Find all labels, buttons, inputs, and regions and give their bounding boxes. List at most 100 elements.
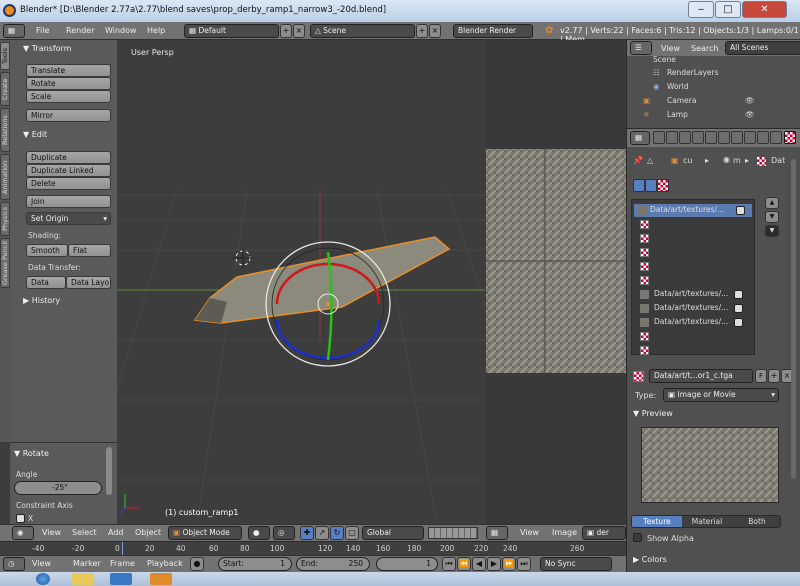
scene-select[interactable]: △ Scene [310,24,415,38]
render-engine-select[interactable]: Blender Render [453,24,533,38]
rotate-button[interactable]: Rotate [26,77,111,90]
close-button[interactable]: ✕ [742,1,787,18]
pin-icon[interactable]: 📌 [633,156,643,165]
tab-relations[interactable]: Relations [0,108,10,152]
renderlayers-tab-icon[interactable] [666,131,678,144]
browser-taskbar-icon[interactable] [110,573,132,585]
uv-image-editor[interactable] [486,40,626,524]
editor-type-icon[interactable]: ☰ [630,41,652,55]
editor-type-icon[interactable]: ▦ [3,24,25,38]
texture-type-select[interactable]: ▣ Image or Movie ▾ [663,388,779,402]
data-tab-icon[interactable] [744,131,756,144]
material-tab-icon[interactable] [757,131,769,144]
rotate-manipulator-icon[interactable]: ↻ [330,526,344,540]
preview-texture-tab[interactable]: Texture [632,516,682,527]
orientation-select[interactable]: Global [362,526,424,540]
outliner-row-renderlayers[interactable]: ☷ RenderLayers [627,67,800,80]
display-mode-select[interactable]: All Scenes [725,41,800,55]
pivot-point-select[interactable]: ◎ [273,526,295,540]
rotate-operator-header[interactable]: ▼ Rotate [14,449,114,458]
keyframe-toggle[interactable]: ● [190,557,204,571]
menu-help[interactable]: Help [147,26,165,35]
texture-slot[interactable] [640,330,756,343]
transform-panel-header[interactable]: ▼ Transform [23,44,123,53]
layer-buttons[interactable] [428,527,478,539]
prev-keyframe-button[interactable]: ⏪ [457,557,471,571]
object-tab-icon[interactable] [705,131,717,144]
texture-slot[interactable]: Data/art/textures/... [640,288,756,301]
add-layout-button[interactable]: + [280,24,292,38]
outliner-row-camera[interactable]: ▣ Camera 👁 [627,95,800,108]
smooth-button[interactable]: Smooth [26,244,68,257]
slot-down-button[interactable]: ▼ [765,211,779,223]
jump-end-button[interactable]: ⏭ [517,557,531,571]
operator-scrollbar[interactable] [106,447,112,495]
next-keyframe-button[interactable]: ⏩ [502,557,516,571]
outliner-row-lamp[interactable]: ☼ Lamp 👁 [627,109,800,122]
explorer-taskbar-icon[interactable] [72,573,94,585]
texture-tab-icon[interactable] [784,131,796,144]
texture-slot[interactable] [640,232,756,245]
translate-manipulator-icon[interactable]: ↗ [315,526,329,540]
outliner-row-world[interactable]: ◉ World [627,81,800,94]
layout-select[interactable]: ▦ Default [184,24,279,38]
scale-manipulator-icon[interactable]: ▢ [345,526,359,540]
menu-select[interactable]: Select [72,528,97,537]
show-alpha-checkbox[interactable] [633,533,642,542]
texture-slot[interactable] [640,246,756,259]
constraints-tab-icon[interactable] [718,131,730,144]
editor-type-icon[interactable]: ◷ [3,557,25,571]
modifiers-tab-icon[interactable] [731,131,743,144]
edit-panel-header[interactable]: ▼ Edit [23,130,123,139]
texture-name-field[interactable]: Data/art/t...or1_c.tga [649,369,753,383]
texture-slot[interactable] [640,274,756,287]
editor-type-icon[interactable]: ▦ [630,131,650,145]
menu-render[interactable]: Render [66,26,94,35]
add-texture-button[interactable]: + [768,369,780,383]
image-select[interactable]: ▣ der [582,526,626,540]
set-origin-select[interactable]: Set Origin ▾ [26,212,111,225]
play-reverse-button[interactable]: ◀ [472,557,486,571]
join-button[interactable]: Join [26,195,111,208]
preview-panel-header[interactable]: ▼ Preview [633,409,797,418]
scale-button[interactable]: Scale [26,90,111,103]
colors-panel-header[interactable]: ▶ Colors [633,555,797,564]
jump-start-button[interactable]: ⏮ [442,557,456,571]
menu-file[interactable]: File [36,26,49,35]
data-layout-button[interactable]: Data Layo [66,276,111,289]
duplicate-linked-button[interactable]: Duplicate Linked [26,164,111,177]
slot-enable-checkbox[interactable] [734,290,743,299]
preview-material-tab[interactable]: Material [682,516,732,527]
texture-slot[interactable] [640,260,756,273]
current-frame-marker[interactable] [122,542,123,556]
constraint-x-checkbox[interactable] [16,514,25,523]
flat-button[interactable]: Flat [68,244,111,257]
fake-user-button[interactable]: F [755,369,767,383]
menu-add[interactable]: Add [108,528,124,537]
world-tab-icon[interactable] [692,131,704,144]
outliner-view-menu[interactable]: View [661,44,680,53]
properties-scrollbar[interactable] [791,159,796,479]
preview-both-tab[interactable]: Both [732,516,780,527]
outliner-search-menu[interactable]: Search [691,44,718,53]
start-button[interactable] [36,573,50,585]
world-texture-icon[interactable] [633,179,645,192]
visibility-eye-icon[interactable]: 👁 [745,96,755,105]
data-button[interactable]: Data [26,276,66,289]
history-panel-header[interactable]: ▶ History [23,296,123,305]
texture-slot[interactable]: Data/art/textures/... [640,302,756,315]
start-frame-field[interactable]: Start: 1 [218,557,292,571]
texture-slot[interactable] [640,344,756,357]
menu-view[interactable]: View [42,528,61,537]
slot-enable-checkbox[interactable] [736,206,745,215]
slot-enable-checkbox[interactable] [734,318,743,327]
visibility-eye-icon[interactable]: 👁 [745,110,755,119]
tab-physics[interactable]: Physics [0,202,10,236]
sync-mode-select[interactable]: No Sync [540,557,612,571]
remove-scene-button[interactable]: × [429,24,441,38]
other-texture-icon[interactable] [657,179,669,192]
maximize-button[interactable]: □ [715,1,741,18]
mode-select[interactable]: ▣ Object Mode [168,526,242,540]
menu-image-view[interactable]: View [520,528,539,537]
editor-type-icon[interactable]: ▦ [486,526,508,540]
